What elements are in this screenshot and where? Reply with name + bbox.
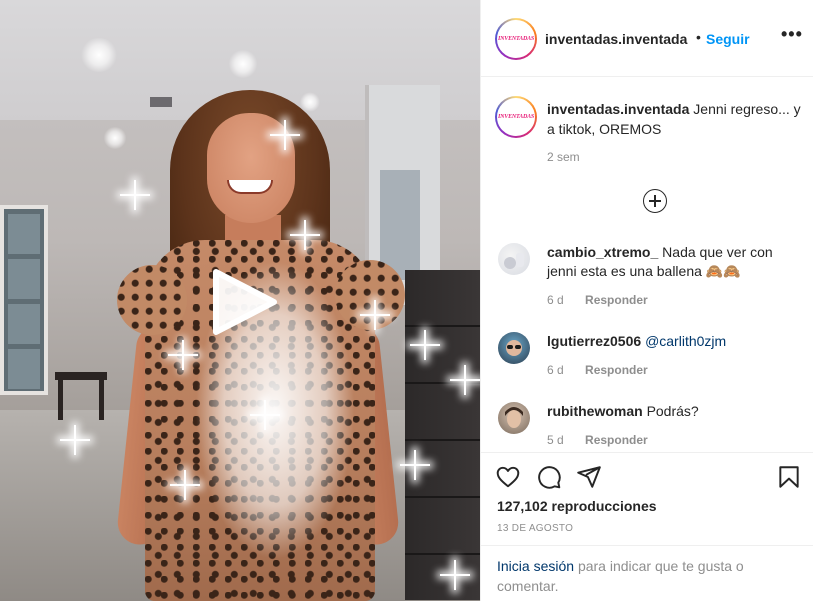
- reply-button[interactable]: Responder: [585, 293, 648, 307]
- comment-username[interactable]: rubithewoman: [547, 403, 643, 419]
- reply-button[interactable]: Responder: [585, 363, 648, 377]
- comment-meta: 6 d Responder: [547, 363, 648, 377]
- login-link[interactable]: Inicia sesión: [497, 558, 574, 574]
- comment-mention[interactable]: @carlith0zjm: [645, 333, 726, 349]
- video-stool: [55, 372, 107, 420]
- ceiling-light: [228, 50, 258, 78]
- login-prompt: Inicia sesión para indicar que te gusta …: [481, 545, 813, 601]
- sparkle-effect: [60, 425, 90, 455]
- person-smile: [227, 180, 273, 194]
- sparkle-effect: [450, 365, 480, 395]
- sparkle-effect: [250, 400, 280, 430]
- author-username[interactable]: inventadas.inventada: [545, 31, 687, 47]
- ceiling-light: [80, 38, 118, 72]
- post-header: INVENTADAS inventadas.inventada • Seguir…: [481, 0, 813, 77]
- heart-icon[interactable]: [495, 464, 521, 490]
- sparkle-effect: [400, 450, 430, 480]
- comment-body: Podrás?: [646, 403, 699, 419]
- comment-text: rubithewoman Podrás?: [547, 402, 802, 421]
- bookmark-icon[interactable]: [776, 464, 802, 490]
- caption-username[interactable]: inventadas.inventada: [547, 101, 689, 117]
- avatar-logo-text: INVENTADAS: [498, 114, 535, 120]
- comment-icon[interactable]: [536, 464, 562, 490]
- person-sleeve-left: [117, 265, 187, 335]
- reply-button[interactable]: Responder: [585, 433, 648, 447]
- sparkle-effect: [440, 560, 470, 590]
- comment-text: lgutierrez0506 @carlith0zjm: [547, 332, 802, 351]
- play-icon[interactable]: [208, 268, 278, 336]
- commenter-avatar[interactable]: [498, 332, 530, 364]
- comment-username[interactable]: cambio_xtremo_: [547, 244, 658, 260]
- commenter-avatar[interactable]: [498, 243, 530, 275]
- sparkle-effect: [168, 340, 198, 370]
- author-avatar[interactable]: INVENTADAS: [495, 18, 537, 60]
- action-bar: [481, 452, 813, 500]
- header-separator: •: [696, 29, 701, 45]
- comment-time[interactable]: 6 d: [547, 293, 564, 307]
- plus-circle-icon[interactable]: [643, 189, 667, 213]
- comment-time[interactable]: 6 d: [547, 363, 564, 377]
- video-dresser: [405, 270, 480, 600]
- sparkle-effect: [410, 330, 440, 360]
- sparkle-effect: [120, 180, 150, 210]
- video-person: [115, 85, 415, 601]
- video-door: [0, 205, 48, 395]
- commenter-avatar[interactable]: [498, 402, 530, 434]
- sparkle-effect: [290, 220, 320, 250]
- avatar-logo-text: INVENTADAS: [498, 36, 535, 42]
- view-count[interactable]: 127,102 reproducciones: [497, 498, 657, 514]
- caption-time[interactable]: 2 sem: [547, 150, 580, 164]
- more-dots-icon[interactable]: •••: [781, 24, 803, 45]
- caption-avatar[interactable]: INVENTADAS: [495, 96, 537, 138]
- comment-time[interactable]: 5 d: [547, 433, 564, 447]
- comment-emoji: 🙈🙈: [705, 263, 741, 279]
- share-icon[interactable]: [576, 464, 602, 490]
- post-date[interactable]: 13 DE AGOSTO: [497, 523, 573, 534]
- sparkle-effect: [170, 470, 200, 500]
- comment-username[interactable]: lgutierrez0506: [547, 333, 641, 349]
- post-video[interactable]: [0, 0, 480, 601]
- sparkle-effect: [270, 120, 300, 150]
- post-caption: inventadas.inventada Jenni regreso... y …: [547, 99, 802, 139]
- follow-button[interactable]: Seguir: [706, 31, 750, 47]
- sparkle-effect: [360, 300, 390, 330]
- comment-meta: 5 d Responder: [547, 433, 648, 447]
- comment-text: cambio_xtremo_ Nada que ver con jenni es…: [547, 243, 802, 281]
- comment-meta: 6 d Responder: [547, 293, 648, 307]
- post-sidebar: INVENTADAS inventadas.inventada • Seguir…: [480, 0, 813, 601]
